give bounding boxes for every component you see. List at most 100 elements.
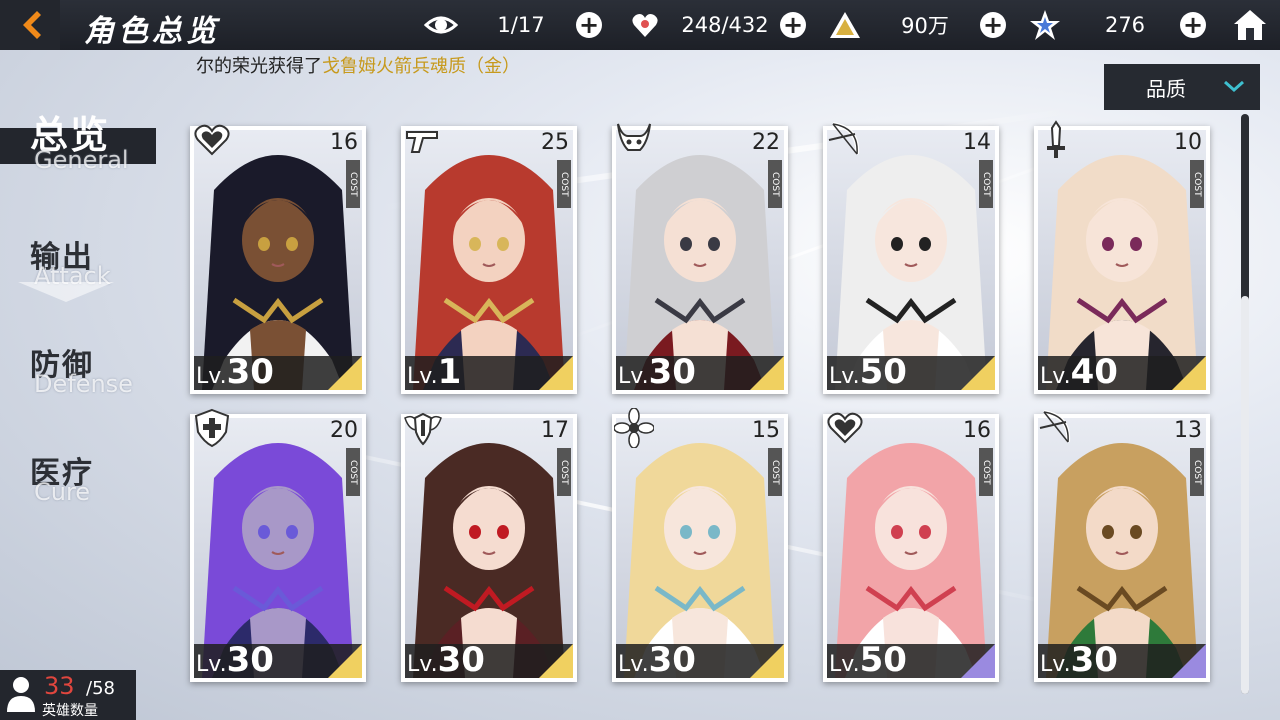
level-value: 50: [859, 640, 907, 680]
hero-level: Lv.50: [829, 640, 907, 680]
resource-value: 1/17: [497, 13, 545, 37]
triangle-gold-icon: [828, 8, 862, 42]
rarity-marker: [1172, 644, 1206, 678]
cost-tag: COST: [1190, 160, 1204, 208]
heart-icon: [825, 408, 865, 448]
bow-icon: [825, 120, 865, 160]
hero-card[interactable]: 13 COST Lv.30: [1034, 410, 1210, 682]
hero-cost: 10: [1174, 130, 1202, 155]
ticker-highlight: 戈鲁姆火箭兵魂质（金）: [322, 56, 520, 77]
nav-defense[interactable]: 防御 Defense: [30, 340, 133, 398]
add-crystal-button[interactable]: +: [1180, 12, 1206, 38]
cost-tag: COST: [346, 160, 360, 208]
hero-portrait: [616, 418, 784, 678]
rarity-marker: [539, 644, 573, 678]
add-visit-button[interactable]: +: [576, 12, 602, 38]
resource-gold: 90万 +: [828, 0, 1006, 50]
nav-label-en: General: [34, 146, 129, 174]
page-title: 角色总览: [84, 14, 220, 49]
hero-card[interactable]: 25 COST Lv.1: [401, 126, 577, 394]
hero-level: Lv.30: [618, 640, 696, 680]
back-arrow-icon: [23, 11, 41, 39]
hero-portrait: [1038, 130, 1206, 390]
eye-icon: [424, 8, 458, 42]
level-prefix: Lv.: [407, 652, 438, 677]
rarity-marker: [750, 644, 784, 678]
rarity-marker: [328, 644, 362, 678]
hero-cost: 15: [752, 418, 780, 443]
hero-card[interactable]: 15 COST Lv.30: [612, 408, 788, 682]
rarity-marker: [961, 644, 995, 678]
resource-visit: 1/17 +: [424, 0, 602, 50]
flower-icon: [614, 408, 654, 448]
nav-attack[interactable]: 输出 Attack: [30, 232, 111, 290]
hero-level: Lv.40: [1040, 352, 1118, 392]
resource-value: 276: [1104, 13, 1146, 37]
hero-portrait: [405, 418, 573, 678]
heart-icon: [192, 120, 232, 160]
level-value: 30: [648, 640, 696, 680]
scrollbar-thumb[interactable]: [1241, 296, 1249, 694]
hero-cost: 16: [963, 418, 991, 443]
back-button[interactable]: [0, 0, 60, 50]
top-bar: 角色总览 1/17 + 248/432 + 90万 + 276 +: [0, 0, 1280, 50]
hero-level: Lv.30: [196, 640, 274, 680]
heart-hand-icon: [628, 8, 662, 42]
resource-value: 90万: [901, 14, 949, 38]
bow-icon: [1036, 408, 1076, 448]
level-value: 30: [1070, 640, 1118, 680]
hero-cost: 25: [541, 130, 569, 155]
level-prefix: Lv.: [829, 364, 860, 389]
hero-cost: 13: [1174, 418, 1202, 443]
level-value: 40: [1070, 352, 1118, 392]
hero-card[interactable]: 20 COST Lv.30: [190, 408, 366, 682]
hero-card[interactable]: 14 COST Lv.50: [823, 122, 999, 394]
level-prefix: Lv.: [196, 652, 227, 677]
add-stamina-button[interactable]: +: [780, 12, 806, 38]
horned-mask-icon: [614, 120, 654, 160]
resource-stamina: 248/432 +: [628, 0, 806, 50]
nav-label-en: Cure: [34, 478, 91, 506]
sort-label: 品质: [1146, 76, 1186, 101]
level-prefix: Lv.: [1040, 652, 1071, 677]
rarity-marker: [328, 356, 362, 390]
hero-card[interactable]: 16 COST Lv.50: [823, 412, 999, 682]
shield-cross-icon: [192, 408, 232, 448]
cost-tag: COST: [768, 160, 782, 208]
resource-value: 248/432: [681, 13, 769, 37]
hero-portrait: [405, 130, 573, 390]
level-value: 1: [437, 352, 462, 392]
level-prefix: Lv.: [407, 364, 438, 389]
home-button[interactable]: [1220, 0, 1280, 50]
chevron-down-icon: [1224, 80, 1244, 93]
rarity-marker: [961, 356, 995, 390]
hero-card[interactable]: 22 COST Lv.30: [612, 123, 788, 394]
sort-dropdown[interactable]: 品质: [1104, 64, 1260, 110]
hero-card[interactable]: 10 COST Lv.40: [1034, 120, 1210, 394]
level-prefix: Lv.: [1040, 364, 1071, 389]
hero-level: Lv.30: [1040, 640, 1118, 680]
hero-level: Lv.50: [829, 352, 907, 392]
level-value: 50: [859, 352, 907, 392]
hero-card[interactable]: 16 COST Lv.30: [190, 124, 366, 394]
nav-cure[interactable]: 医疗 Cure: [30, 448, 94, 506]
cost-tag: COST: [346, 448, 360, 496]
hero-level: Lv.30: [618, 352, 696, 392]
hero-portrait: [1038, 418, 1206, 678]
shield-wings-icon: [403, 408, 443, 448]
hero-card[interactable]: 17 COST Lv.30: [401, 412, 577, 682]
hero-cost: 16: [330, 130, 358, 155]
level-prefix: Lv.: [618, 364, 649, 389]
hero-count-label: 英雄数量: [42, 703, 98, 719]
hero-cost: 17: [541, 418, 569, 443]
add-gold-button[interactable]: +: [980, 12, 1006, 38]
hero-portrait: [827, 130, 995, 390]
cost-tag: COST: [768, 448, 782, 496]
level-prefix: Lv.: [196, 364, 227, 389]
level-value: 30: [648, 352, 696, 392]
rarity-marker: [539, 356, 573, 390]
hero-level: Lv.30: [407, 640, 485, 680]
nav-general[interactable]: 总览 General: [30, 104, 129, 174]
level-prefix: Lv.: [618, 652, 649, 677]
hero-portrait: [194, 418, 362, 678]
